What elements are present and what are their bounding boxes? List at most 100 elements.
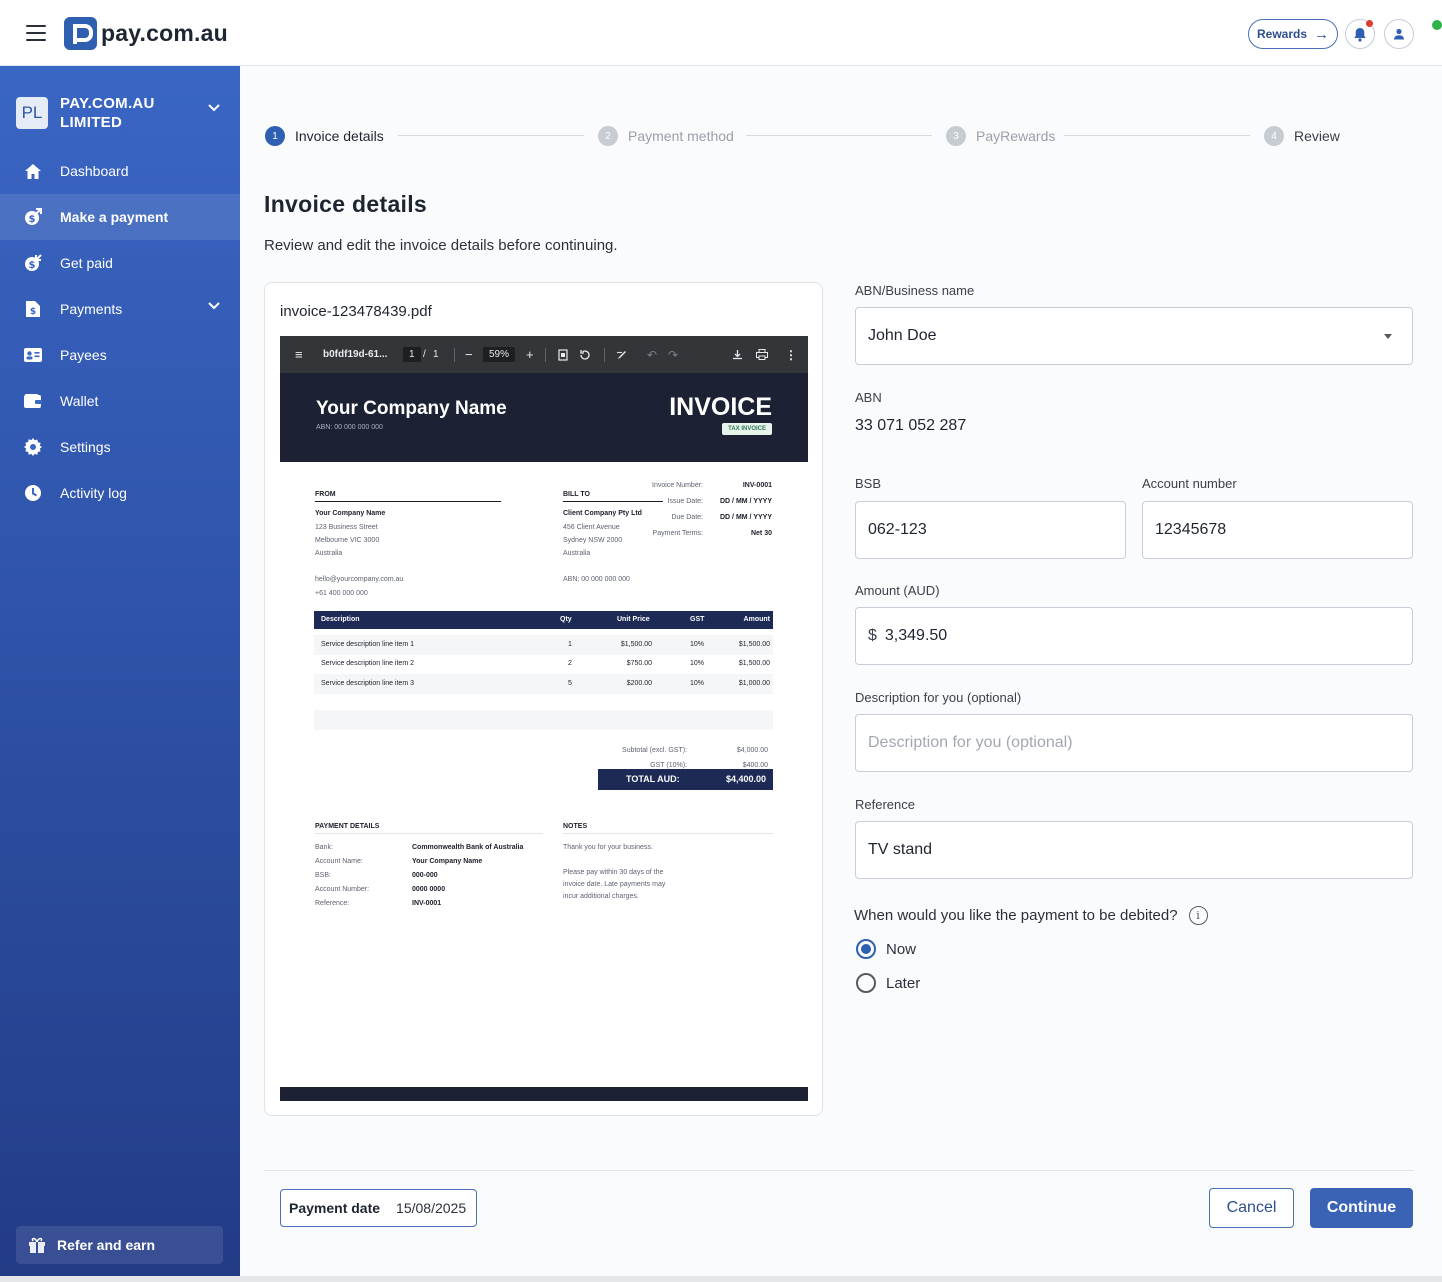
info-icon[interactable]: i: [1188, 906, 1208, 925]
bill-to-line: Client Company Pty Ltd: [563, 510, 642, 517]
payment-date-button[interactable]: Payment date 15/08/2025: [280, 1189, 477, 1227]
refer-and-earn-button[interactable]: Refer and earn: [16, 1226, 223, 1264]
row-amount: $1,000.00: [738, 680, 770, 687]
debit-option-label: Later: [886, 974, 921, 992]
table-row: Service description line item 2 2 $750.0…: [314, 654, 773, 674]
amount-label: Amount (AUD): [855, 583, 940, 598]
print-icon[interactable]: [756, 336, 768, 373]
debit-option-later[interactable]: Later: [856, 973, 920, 993]
step-label: Invoice details: [295, 128, 384, 144]
row-unit-price: $200.00: [626, 680, 652, 687]
pay-label: Account Name:: [315, 858, 363, 865]
main-content: 1 Invoice details 2 Payment method 3 Pay…: [240, 66, 1442, 1276]
sidebar-item-activity-log[interactable]: Activity log: [0, 470, 240, 516]
gst-label: GST (10%):: [650, 762, 687, 769]
business-name-label: ABN/Business name: [855, 283, 975, 298]
sidebar-item-settings[interactable]: Settings: [0, 424, 240, 470]
page-subtitle: Review and edit the invoice details befo…: [264, 237, 618, 254]
payment-date-label: Payment date: [289, 1200, 381, 1216]
bill-to-line: 456 Client Avenue: [563, 524, 620, 531]
bsb-field[interactable]: 062-123: [855, 501, 1126, 559]
sidebar-item-get-paid[interactable]: $ Get paid: [0, 240, 240, 286]
bsb-value: 062-123: [868, 521, 927, 538]
sidebar-item-payments[interactable]: $ Payments: [0, 286, 240, 332]
redo-icon[interactable]: ↷: [668, 336, 678, 373]
sidebar-item-label: Payments: [60, 301, 123, 317]
top-bar: pay.com.au Rewards →: [0, 0, 1442, 66]
zoom-out-icon[interactable]: −: [465, 336, 473, 373]
org-switcher[interactable]: PL PAY.COM.AU LIMITED: [16, 90, 224, 136]
stepper: 1 Invoice details 2 Payment method 3 Pay…: [265, 126, 1345, 146]
meta-value: DD / MM / YYYY: [720, 498, 772, 505]
meta-label: Invoice Number:: [652, 482, 703, 489]
chevron-down-icon: [208, 104, 220, 112]
amount-field[interactable]: $ 3,349.50: [855, 607, 1413, 665]
annotate-icon[interactable]: [616, 336, 628, 373]
pay-value: Commonwealth Bank of Australia: [412, 844, 524, 851]
zoom-in-icon[interactable]: +: [526, 336, 534, 373]
brand-name: pay.com.au: [101, 20, 228, 46]
more-options-icon[interactable]: ⋮: [785, 336, 797, 373]
account-number-field[interactable]: 12345678: [1142, 501, 1413, 559]
description-field[interactable]: Description for you (optional): [855, 714, 1413, 772]
sidebar-item-label: Make a payment: [60, 209, 169, 225]
debit-question: When would you like the payment to be de…: [854, 906, 1208, 925]
pay-value: 0000 0000: [412, 886, 446, 893]
sidebar-item-wallet[interactable]: Wallet: [0, 378, 240, 424]
step-invoice-details[interactable]: 1 Invoice details: [265, 126, 384, 146]
gear-icon: [24, 438, 42, 456]
fit-page-icon[interactable]: [558, 336, 568, 373]
pdf-viewer[interactable]: ≡ b0fdf19d-61... 1 / 1 − 59% + ↶ ↷ ⋮ You…: [280, 336, 808, 1101]
row-description: Service description line item 1: [321, 641, 414, 648]
cancel-button[interactable]: Cancel: [1209, 1188, 1294, 1228]
currency-symbol: $: [868, 627, 877, 644]
profile-button[interactable]: [1384, 19, 1414, 49]
row-amount: $1,500.00: [738, 660, 770, 667]
step-label: PayRewards: [976, 128, 1056, 144]
bell-icon: [1354, 27, 1366, 42]
row-qty: 5: [568, 680, 572, 687]
step-review[interactable]: 4 Review: [1264, 126, 1340, 146]
debit-option-now[interactable]: Now: [856, 939, 916, 959]
undo-icon[interactable]: ↶: [647, 336, 657, 373]
row-qty: 1: [568, 641, 572, 648]
chevron-down-icon: [208, 302, 220, 310]
rewards-button[interactable]: Rewards →: [1248, 19, 1338, 49]
rotate-icon[interactable]: [579, 336, 591, 373]
bill-to-rule: [563, 501, 663, 502]
payment-details-rule: [315, 833, 543, 834]
menu-icon[interactable]: [26, 25, 46, 41]
sidebar-item-payees[interactable]: Payees: [0, 332, 240, 378]
sidebar-item-label: Wallet: [60, 393, 99, 409]
payment-date-value: 15/08/2025: [396, 1200, 467, 1216]
pdf-zoom-input[interactable]: 59%: [483, 336, 516, 373]
column-header: Description: [321, 616, 360, 623]
download-icon[interactable]: [732, 336, 743, 373]
table-row: Service description line item 3 5 $200.0…: [314, 674, 773, 694]
row-gst: 10%: [690, 680, 705, 687]
sidebar-item-label: Dashboard: [60, 163, 129, 179]
from-line: Your Company Name: [315, 510, 386, 517]
brand-logo[interactable]: pay.com.au: [64, 17, 228, 50]
meta-value: Net 30: [750, 530, 772, 537]
sidebar-item-dashboard[interactable]: Dashboard: [0, 148, 240, 194]
account-number-value: 12345678: [1155, 521, 1227, 538]
meta-label: Due Date:: [671, 514, 703, 521]
bill-to-heading: BILL TO: [563, 491, 590, 498]
total-value: $4,400.00: [725, 774, 766, 784]
step-payment-method[interactable]: 2 Payment method: [598, 126, 734, 146]
continue-button[interactable]: Continue: [1310, 1188, 1413, 1228]
notifications-button[interactable]: [1345, 19, 1375, 49]
row-unit-price: $750.00: [626, 660, 652, 667]
pdf-page-input[interactable]: 1: [403, 336, 421, 373]
business-name-select[interactable]: John Doe: [855, 307, 1413, 365]
sidebar-item-make-a-payment[interactable]: $ Make a payment: [0, 194, 240, 240]
amount-value: 3,349.50: [884, 627, 948, 644]
subtotal-label: Subtotal (excl. GST):: [622, 747, 687, 754]
reference-field[interactable]: TV stand: [855, 821, 1413, 879]
toolbar-divider: [545, 348, 546, 362]
pdf-menu-icon[interactable]: ≡: [295, 336, 303, 373]
from-heading: FROM: [315, 491, 336, 498]
step-payrewards[interactable]: 3 PayRewards: [946, 126, 1055, 146]
invoice-total: TOTAL AUD: $4,400.00: [598, 769, 773, 790]
